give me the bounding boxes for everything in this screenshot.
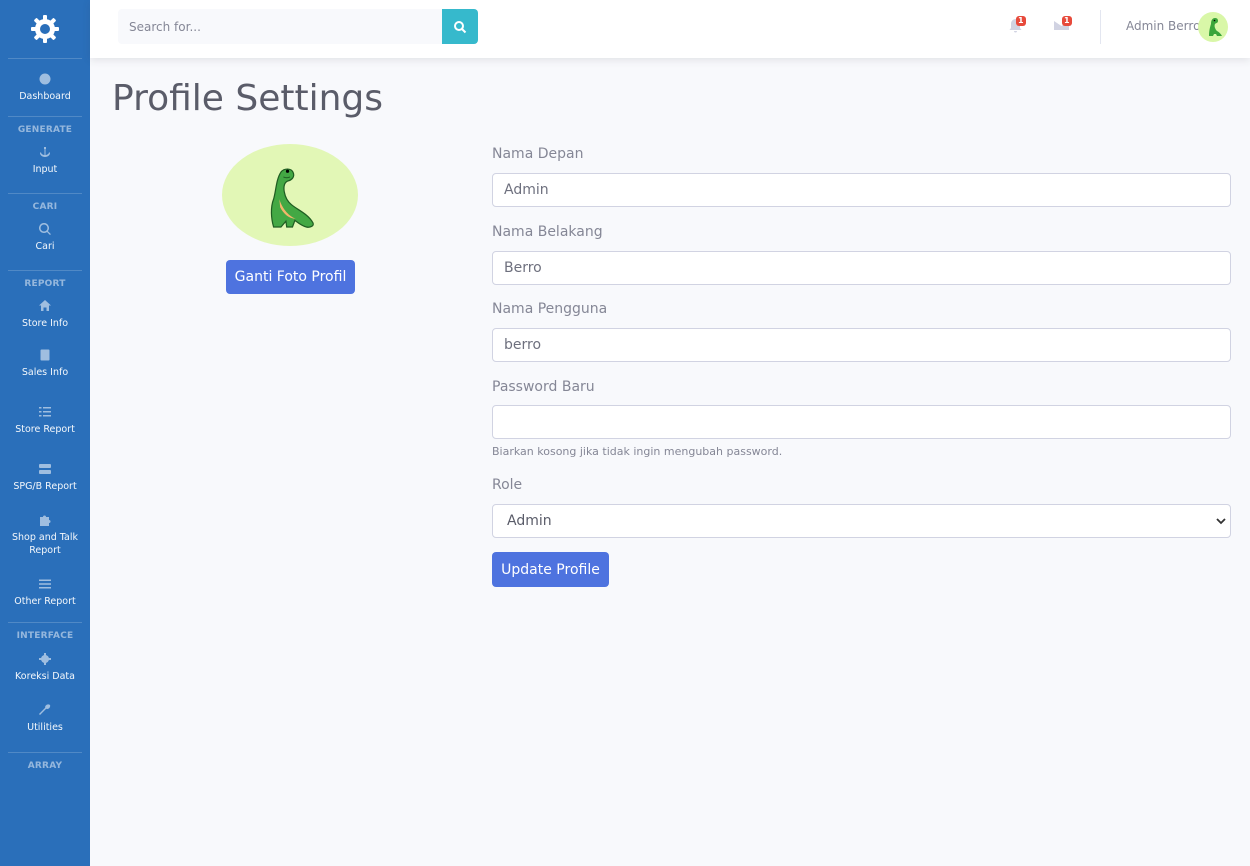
server-icon	[38, 462, 52, 476]
chevron-down-icon	[1216, 518, 1226, 525]
sidebar-heading-generate: GENERATE	[17, 125, 73, 135]
sidebar-item-label: Dashboard	[19, 91, 71, 102]
search-input[interactable]	[118, 9, 442, 44]
last-name-field[interactable]: Berro	[492, 251, 1231, 285]
profile-photo	[222, 144, 358, 246]
dinosaur-icon	[270, 168, 314, 228]
sidebar-item-label: Store Report	[15, 424, 75, 435]
sidebar-item-koreksi-data[interactable]: Koreksi Data	[0, 645, 90, 690]
sidebar-item-label: Cari	[35, 240, 55, 252]
home-icon	[38, 299, 52, 313]
sidebar-item-store-info[interactable]: Store Info	[0, 293, 90, 335]
first-name-label: Nama Depan	[492, 146, 584, 162]
sidebar-item-other-report[interactable]: Other Report	[0, 564, 90, 620]
messages-button[interactable]: 1	[1054, 16, 1074, 34]
search-group	[118, 9, 478, 44]
alerts-button[interactable]: 1	[1008, 16, 1028, 34]
sidebar-item-label: SPG/B Report	[13, 481, 77, 492]
first-name-field[interactable]: Admin	[492, 173, 1231, 207]
change-photo-button[interactable]: Ganti Foto Profil	[226, 260, 355, 294]
wrench-icon	[38, 703, 52, 717]
gear-icon	[31, 15, 59, 43]
last-name-label: Nama Belakang	[492, 224, 603, 240]
sidebar-item-label: Koreksi Data	[15, 671, 75, 682]
puzzle-icon	[38, 513, 52, 527]
sidebar: Dashboard GENERATE Input CARI Cari REPOR…	[0, 0, 90, 866]
sidebar-item-label: Shop and Talk Report	[12, 532, 78, 556]
sidebar-item-label: Utilities	[27, 722, 63, 733]
password-help-text: Biarkan kosong jika tidak ingin mengubah…	[492, 445, 783, 458]
book-icon	[38, 348, 52, 362]
sidebar-item-spg-report[interactable]: SPG/B Report	[0, 449, 90, 506]
user-name[interactable]: Admin Berro	[1126, 19, 1200, 33]
list-check-icon	[38, 405, 52, 419]
dinosaur-icon	[1209, 18, 1222, 36]
search-icon	[454, 20, 467, 33]
username-field[interactable]: berro	[492, 328, 1231, 362]
search-icon	[38, 222, 52, 236]
messages-badge: 1	[1062, 16, 1072, 26]
sidebar-item-utilities[interactable]: Utilities	[0, 690, 90, 747]
topbar-divider	[1100, 10, 1101, 44]
brand-logo[interactable]	[0, 0, 90, 58]
sidebar-item-label: Input	[32, 163, 58, 175]
page-title: Profile Settings	[112, 78, 384, 119]
alerts-badge: 1	[1016, 16, 1026, 26]
search-button[interactable]	[442, 9, 478, 44]
bars-icon	[38, 577, 52, 591]
sidebar-item-shop-talk-report[interactable]: Shop and Talk Report	[0, 506, 90, 564]
role-select-value: Admin	[507, 513, 552, 529]
sidebar-item-input[interactable]: Input	[0, 139, 90, 181]
password-field[interactable]	[492, 405, 1231, 439]
sidebar-heading-interface: INTERFACE	[16, 631, 74, 641]
avatar[interactable]	[1198, 12, 1228, 42]
username-label: Nama Pengguna	[492, 301, 608, 317]
update-profile-button[interactable]: Update Profile	[492, 552, 609, 587]
tachometer-icon	[38, 72, 52, 86]
role-select[interactable]: Admin	[492, 504, 1231, 538]
anchor-icon	[38, 145, 52, 159]
sidebar-heading-report: REPORT	[24, 279, 66, 289]
sidebar-item-dashboard[interactable]: Dashboard	[0, 59, 90, 116]
sidebar-item-label: Other Report	[14, 595, 76, 607]
role-label: Role	[492, 477, 523, 493]
sidebar-item-cari[interactable]: Cari	[0, 216, 90, 258]
sidebar-heading-cari: CARI	[32, 202, 58, 212]
sidebar-item-label: Store Info	[21, 317, 69, 329]
password-label: Password Baru	[492, 379, 595, 395]
topbar: 1 1 Admin Berro	[90, 0, 1250, 58]
sidebar-item-label: Sales Info	[21, 367, 69, 378]
sidebar-item-store-report[interactable]: Store Report	[0, 392, 90, 449]
sidebar-item-sales-info[interactable]: Sales Info	[0, 335, 90, 392]
sidebar-heading-array: ARRAY	[27, 761, 63, 771]
cog-icon	[38, 652, 52, 666]
